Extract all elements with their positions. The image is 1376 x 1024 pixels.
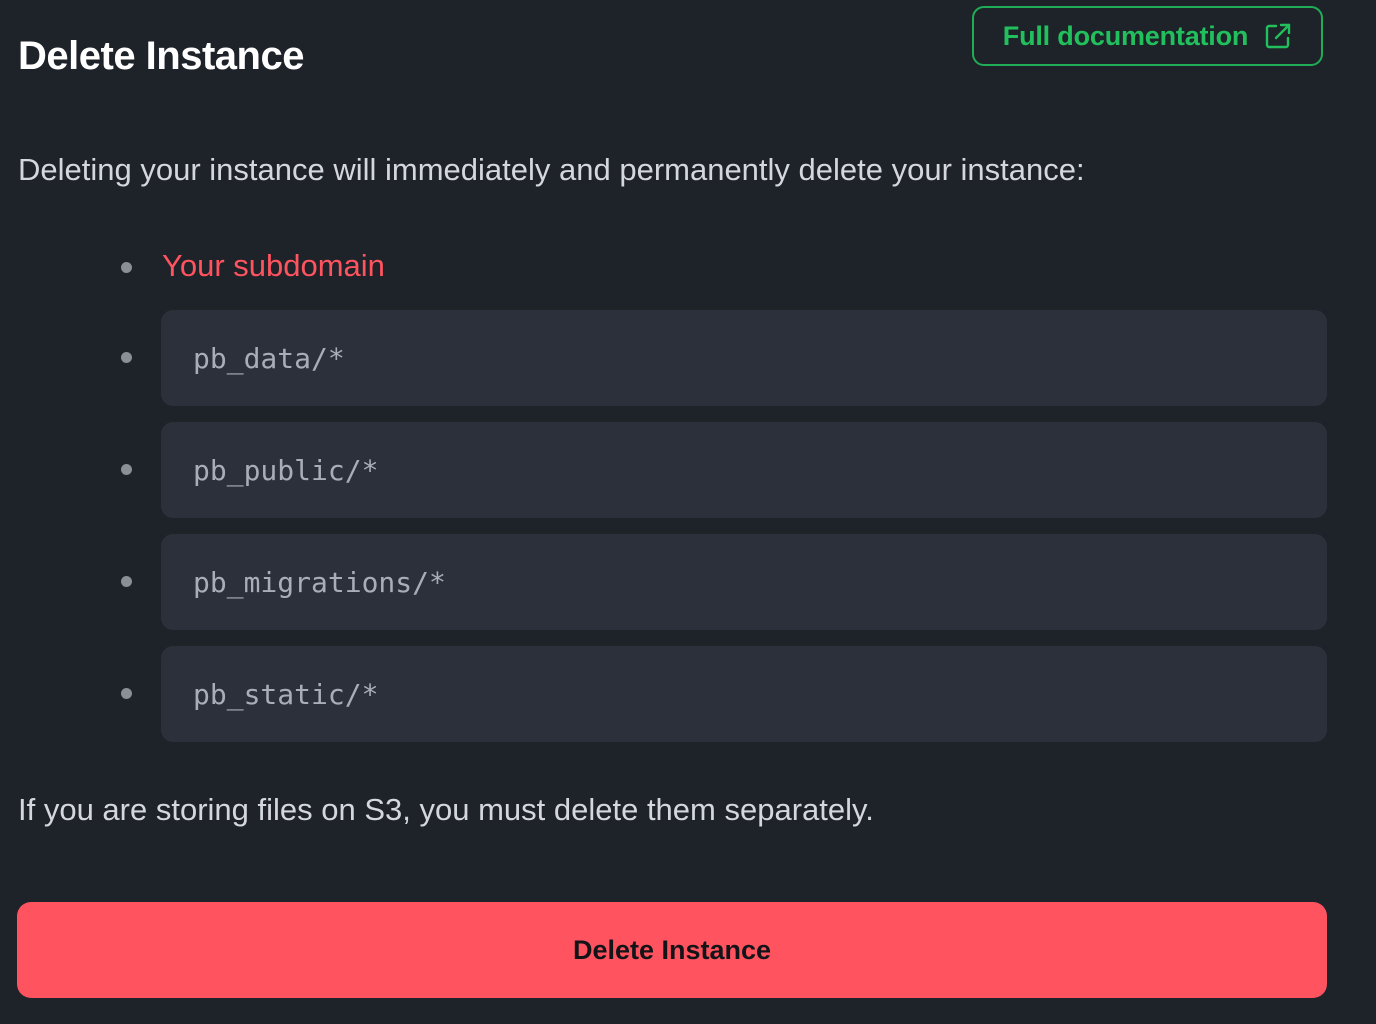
page-title: Delete Instance — [18, 34, 304, 78]
code-block: pb_migrations/* — [161, 534, 1327, 630]
external-link-icon — [1264, 22, 1292, 50]
list-item-subdomain: Your subdomain — [0, 240, 1376, 294]
list-item-pb-data: pb_data/* — [0, 310, 1376, 406]
full-documentation-label: Full documentation — [1002, 20, 1249, 51]
code-path: pb_migrations/* — [193, 565, 446, 599]
list-item-pb-static: pb_static/* — [0, 646, 1376, 742]
subdomain-label: Your subdomain — [162, 248, 385, 283]
bullet-dot — [121, 352, 132, 363]
s3-note: If you are storing files on S3, you must… — [18, 792, 874, 827]
code-block: pb_public/* — [161, 422, 1327, 518]
bullet-dot — [121, 464, 132, 475]
bullet-dot — [121, 576, 132, 587]
code-block: pb_data/* — [161, 310, 1327, 406]
list-item-pb-public: pb_public/* — [0, 422, 1376, 518]
bullet-dot — [121, 688, 132, 699]
full-documentation-button[interactable]: Full documentation — [972, 6, 1323, 66]
bullet-dot — [121, 262, 132, 273]
code-path: pb_static/* — [193, 677, 379, 711]
code-path: pb_data/* — [193, 341, 345, 375]
delete-instance-button[interactable]: Delete Instance — [17, 902, 1327, 998]
list-item-pb-migrations: pb_migrations/* — [0, 534, 1376, 630]
intro-text: Deleting your instance will immediately … — [18, 152, 1085, 187]
code-path: pb_public/* — [193, 453, 379, 487]
deletion-list: Your subdomain pb_data/* pb_public/* pb_… — [0, 240, 1376, 742]
code-block: pb_static/* — [161, 646, 1327, 742]
